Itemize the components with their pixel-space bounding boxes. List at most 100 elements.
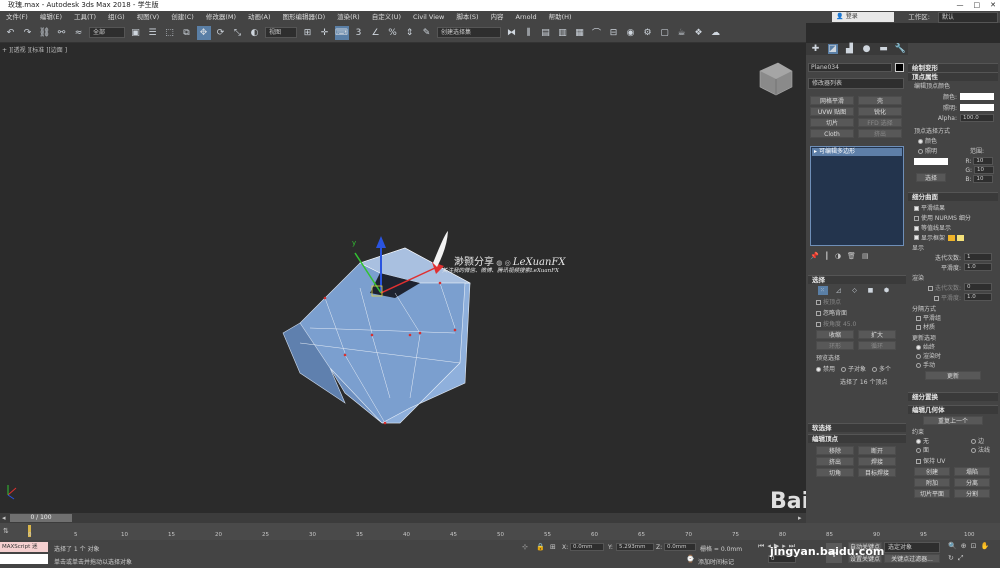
time-slider-prev-icon[interactable]: ◂ <box>2 514 6 522</box>
loop-button[interactable]: 循环 <box>858 341 896 350</box>
add-time-tag[interactable]: 添加时间标记 <box>698 557 734 566</box>
update-render-radio[interactable]: 渲染时 <box>908 351 998 360</box>
time-tag-icon[interactable]: ⌚ <box>686 555 695 563</box>
cage-color-swatch-1[interactable] <box>948 234 956 241</box>
vertex-level-icon[interactable]: ⁙ <box>817 286 828 295</box>
spinner-snap-icon[interactable]: ⇕ <box>403 26 417 40</box>
render-iterations-spinner[interactable]: 0 <box>964 283 992 291</box>
pivot-center-icon[interactable]: ⊞ <box>301 26 315 40</box>
key-filters-button[interactable]: 关键点过滤器... <box>884 554 940 563</box>
selection-filter-select[interactable]: 全部 <box>89 27 125 38</box>
split-button[interactable]: 分割 <box>954 489 990 498</box>
material-editor-icon[interactable]: ◉ <box>624 26 638 40</box>
maxscript-listener[interactable]: MAXScript 迷 <box>0 542 48 552</box>
constraint-none-radio[interactable]: 无 <box>916 436 929 445</box>
snap-toggle-icon[interactable]: 3 <box>352 26 366 40</box>
edit-named-selections-icon[interactable]: ✎ <box>420 26 434 40</box>
preserve-uvs-checkbox[interactable]: 保持 UV <box>908 456 998 465</box>
workspace-select[interactable]: 默认 <box>938 11 998 23</box>
border-level-icon[interactable]: ◇ <box>850 286 860 295</box>
toggle-ribbon-icon[interactable]: ▦ <box>573 26 587 40</box>
repeat-last-button[interactable]: 重复上一个 <box>923 416 983 425</box>
mini-curve-editor-icon[interactable]: ⇅ <box>3 527 9 535</box>
curve-editor-icon[interactable]: ⌒ <box>590 26 604 40</box>
ffd-select-button[interactable]: FFD 选择 <box>858 118 902 127</box>
create-button[interactable]: 创建 <box>914 467 950 476</box>
render-cloud-icon[interactable]: ☁ <box>709 26 723 40</box>
maxscript-output[interactable] <box>0 554 48 564</box>
goto-start-icon[interactable]: ⏮ <box>758 542 764 551</box>
bind-spacewarp-icon[interactable]: ≈ <box>72 26 86 40</box>
create-tab-icon[interactable]: ✚ <box>811 44 821 54</box>
remove-vertex-button[interactable]: 移除 <box>816 446 854 455</box>
by-vertex-checkbox[interactable]: 按顶点 <box>808 297 906 306</box>
shell-button[interactable]: 壳 <box>858 96 902 105</box>
grow-button[interactable]: 扩大 <box>858 330 896 339</box>
render-smoothness-spinner[interactable]: 1.0 <box>964 293 992 301</box>
polygon-level-icon[interactable]: ■ <box>866 286 876 295</box>
update-manual-radio[interactable]: 手动 <box>908 360 998 369</box>
sharpen-button[interactable]: 锐化 <box>858 107 902 116</box>
percent-snap-icon[interactable]: % <box>386 26 400 40</box>
redo-icon[interactable]: ↷ <box>21 26 35 40</box>
utilities-tab-icon[interactable]: 🔧 <box>895 44 906 54</box>
update-button[interactable]: 更新 <box>925 371 981 380</box>
preview-subobj-radio[interactable]: 子对象 <box>841 364 866 373</box>
remove-modifier-icon[interactable]: 🗑 <box>847 252 856 260</box>
named-selection-set-select[interactable]: 创建选择集 <box>437 27 501 38</box>
time-slider-next-icon[interactable]: ▸ <box>798 514 802 522</box>
range-r-spinner[interactable]: 10 <box>973 157 994 165</box>
meshsmooth-button[interactable]: 网格平滑 <box>810 96 854 105</box>
select-rotate-icon[interactable]: ⟳ <box>214 26 228 40</box>
edge-level-icon[interactable]: ◿ <box>834 286 844 295</box>
selection-lock-icon[interactable]: 🔒 <box>536 543 545 551</box>
render-iterations-checkbox[interactable]: 迭代次数: <box>927 283 961 292</box>
unlink-icon[interactable]: ⚯ <box>55 26 69 40</box>
modifier-stack[interactable]: ▸ 可编辑多边形 <box>810 146 904 246</box>
update-always-radio[interactable]: 始终 <box>908 342 998 351</box>
extrude-button[interactable]: 挤出 <box>858 129 902 138</box>
toggle-layer-explorer-icon[interactable]: ▥ <box>556 26 570 40</box>
menu-modifiers[interactable]: 修改器(M) <box>200 11 242 23</box>
mirror-icon[interactable]: ⧓ <box>505 26 519 40</box>
select-manipulate-icon[interactable]: ✛ <box>318 26 332 40</box>
modify-tab-icon[interactable]: ◪ <box>827 44 838 54</box>
soft-selection-header[interactable]: 软选择 <box>808 423 906 432</box>
extrude-vertex-button[interactable]: 挤出 <box>816 457 854 466</box>
edit-vertices-header[interactable]: 编辑顶点 <box>808 434 906 443</box>
configure-sets-icon[interactable]: ▤ <box>862 252 869 260</box>
preview-off-radio[interactable]: 禁用 <box>816 364 835 373</box>
constraint-edge-radio[interactable]: 边 <box>970 436 984 445</box>
menu-rendering[interactable]: 渲染(R) <box>331 11 366 23</box>
element-level-icon[interactable]: ⬢ <box>882 286 892 295</box>
select-object-icon[interactable]: ▣ <box>129 26 143 40</box>
orbit-icon[interactable]: ↻ <box>948 554 954 563</box>
y-coord-field[interactable]: 5.293mm <box>616 543 654 551</box>
menu-group[interactable]: 组(G) <box>102 11 131 23</box>
maximize-viewport-icon[interactable]: ⤢ <box>958 554 964 563</box>
polygon-mesh[interactable] <box>282 247 471 425</box>
chamfer-vertex-button[interactable]: 切角 <box>816 468 854 477</box>
viewport-label[interactable]: + ][透视 ][标准 ][边面 ] <box>2 45 67 54</box>
select-color-swatch[interactable] <box>914 158 948 165</box>
angle-snap-icon[interactable]: ∠ <box>369 26 383 40</box>
edit-geometry-header[interactable]: 编辑几何体 <box>908 405 998 414</box>
modifier-list-select[interactable]: 修改器列表 <box>808 78 904 89</box>
rect-region-icon[interactable]: ⬚ <box>163 26 177 40</box>
display-iterations-spinner[interactable]: 1 <box>964 253 992 261</box>
menu-civil-view[interactable]: Civil View <box>407 11 450 23</box>
display-tab-icon[interactable]: ▬ <box>879 44 889 54</box>
select-vertices-button[interactable]: 选择 <box>916 173 946 182</box>
attach-button[interactable]: 附加 <box>914 478 950 487</box>
vertex-color-swatch[interactable] <box>960 93 994 100</box>
cage-color-swatch-2[interactable] <box>957 234 965 241</box>
slice-button[interactable]: 切片 <box>810 118 854 127</box>
make-unique-icon[interactable]: ◑ <box>835 252 841 260</box>
weld-vertex-button[interactable]: 焊接 <box>858 457 896 466</box>
menu-create[interactable]: 创建(C) <box>165 11 200 23</box>
constraint-normal-radio[interactable]: 法线 <box>970 445 990 454</box>
collapse-button[interactable]: 塌陷 <box>954 467 990 476</box>
link-icon[interactable]: ⛓ <box>38 26 52 40</box>
by-angle-checkbox[interactable]: 按角度 45.0 <box>808 319 906 328</box>
menu-animation[interactable]: 动画(A) <box>242 11 277 23</box>
